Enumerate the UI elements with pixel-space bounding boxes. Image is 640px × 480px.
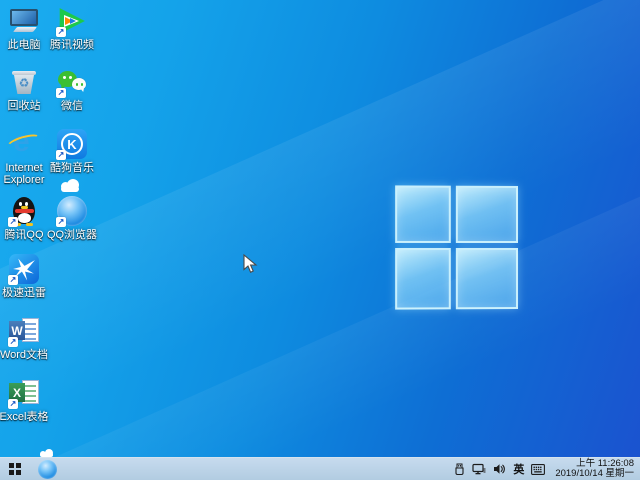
desktop-icon-tencent-video[interactable]: ↗ 腾讯视频 xyxy=(40,6,104,51)
taskbar-qq-browser-button[interactable] xyxy=(30,458,64,480)
desktop-icon-kugou-music[interactable]: K ↗ 酷狗音乐 xyxy=(40,129,104,174)
windows-logo-pane xyxy=(456,186,518,243)
windows-logo-pane xyxy=(395,248,451,310)
shortcut-arrow-icon: ↗ xyxy=(8,275,18,285)
icon-label: Excel表格 xyxy=(0,411,48,423)
icon-label: 回收站 xyxy=(8,100,41,112)
icon-label: 微信 xyxy=(61,100,83,112)
network-icon[interactable] xyxy=(472,463,486,475)
icon-label: 腾讯视频 xyxy=(50,39,94,51)
desktop-icon-word[interactable]: W ↗ Word文档 xyxy=(0,316,56,361)
kugou-music-icon: K ↗ xyxy=(57,129,87,159)
qq-browser-icon xyxy=(38,460,57,479)
qq-browser-icon: ↗ xyxy=(57,196,87,226)
wechat-icon: ↗ xyxy=(57,67,87,97)
recycle-bin-icon: ♻ xyxy=(9,67,39,97)
desktop-icon-wechat[interactable]: ↗ 微信 xyxy=(40,67,104,112)
desktop[interactable]: 此电脑 ↗ 腾讯视频 ♻ 回收站 ↗ 微信 e Internet Explore… xyxy=(0,0,640,480)
this-pc-icon xyxy=(9,6,39,36)
tencent-video-icon: ↗ xyxy=(57,6,87,36)
recycle-symbol-icon: ♻ xyxy=(9,77,39,89)
shortcut-arrow-icon: ↗ xyxy=(56,88,66,98)
windows-logo-pane xyxy=(456,248,518,309)
excel-spreadsheet-icon: X ↗ xyxy=(9,378,39,408)
icon-label: QQ浏览器 xyxy=(47,229,97,241)
desktop-icon-xunlei[interactable]: ↗ 极速迅雷 xyxy=(0,254,56,299)
windows-logo-pane xyxy=(395,185,451,243)
windows-logo-wallpaper xyxy=(395,185,518,309)
shortcut-arrow-icon: ↗ xyxy=(56,150,66,160)
icon-label: 酷狗音乐 xyxy=(50,162,94,174)
qq-penguin-icon: ↗ xyxy=(9,196,39,226)
mouse-cursor xyxy=(243,254,258,279)
volume-icon[interactable] xyxy=(493,463,506,475)
desktop-icon-qq-browser[interactable]: ↗ QQ浏览器 xyxy=(40,196,104,241)
icon-label: Word文档 xyxy=(0,349,48,361)
usb-safely-remove-icon[interactable] xyxy=(454,463,465,476)
taskbar: 英 上午 11:26:08 2019/10/14 星期一 xyxy=(0,457,640,480)
windows-start-icon xyxy=(9,463,22,476)
clock[interactable]: 上午 11:26:08 2019/10/14 星期一 xyxy=(555,459,634,480)
shortcut-arrow-icon: ↗ xyxy=(8,217,18,227)
shortcut-arrow-icon: ↗ xyxy=(8,337,18,347)
icon-label: 极速迅雷 xyxy=(2,287,46,299)
internet-explorer-icon: e xyxy=(9,129,39,159)
touch-keyboard-icon[interactable] xyxy=(531,464,545,475)
start-button[interactable] xyxy=(0,458,30,480)
desktop-icon-excel[interactable]: X ↗ Excel表格 xyxy=(0,378,56,423)
word-document-icon: W ↗ xyxy=(9,316,39,346)
input-language-indicator[interactable]: 英 xyxy=(513,461,524,477)
clock-date: 2019/10/14 星期一 xyxy=(555,469,634,480)
shortcut-arrow-icon: ↗ xyxy=(56,217,66,227)
shortcut-arrow-icon: ↗ xyxy=(56,27,66,37)
icon-label: 腾讯QQ xyxy=(4,229,43,241)
xunlei-bird-icon: ↗ xyxy=(9,254,39,284)
icon-label: 此电脑 xyxy=(8,39,41,51)
system-tray: 英 上午 11:26:08 2019/10/14 星期一 xyxy=(454,458,640,480)
shortcut-arrow-icon: ↗ xyxy=(8,399,18,409)
